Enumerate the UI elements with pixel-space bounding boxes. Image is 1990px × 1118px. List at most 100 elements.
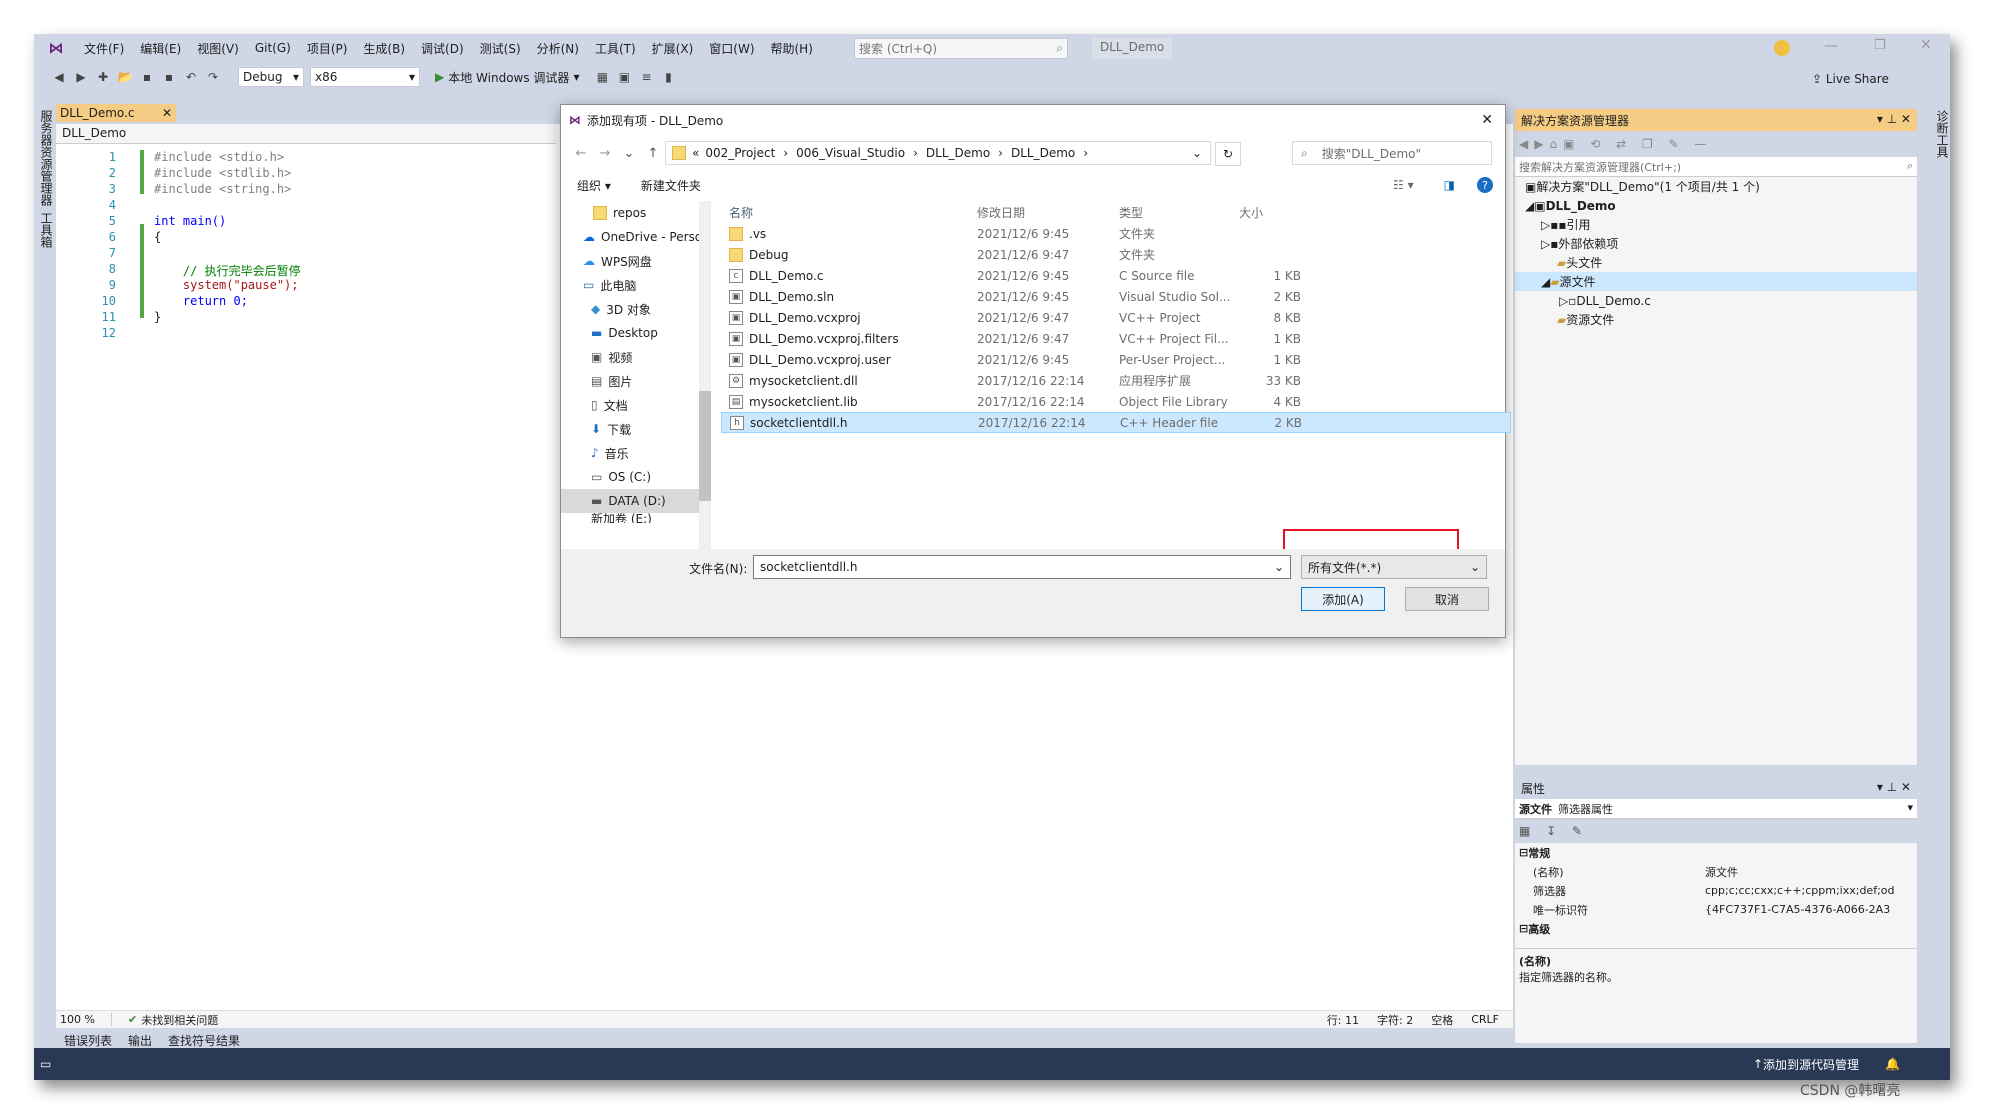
config-select[interactable]: Debug ▾: [238, 67, 304, 87]
nav-item-desktop[interactable]: ▬ Desktop: [561, 321, 711, 345]
nav-item-downloads[interactable]: ⬇ 下载: [561, 417, 711, 441]
file-row[interactable]: ▣ DLL_Demo.sln 2021/12/6 9:45 Visual Studio…: [721, 286, 1511, 307]
menu-window[interactable]: 窗口(W): [701, 40, 762, 57]
dialog-search-input[interactable]: ⌕ 搜索"DLL_Demo": [1292, 141, 1492, 165]
diagnostics-tab[interactable]: 诊断工具: [1934, 110, 1950, 158]
tree-external-deps[interactable]: ▷ ▪ 外部依赖项: [1515, 234, 1917, 253]
refresh-icon[interactable]: ↻: [1215, 142, 1241, 166]
nav-item-repos[interactable]: repos: [561, 201, 711, 225]
chevron-right-icon[interactable]: ›: [783, 146, 788, 160]
menu-project[interactable]: 项目(P): [299, 40, 356, 57]
file-row[interactable]: ▣ DLL_Demo.vcxproj 2021/12/6 9:47 VC++ Proj…: [721, 307, 1511, 328]
menu-build[interactable]: 生成(B): [355, 40, 413, 57]
save-all-icon[interactable]: ▪: [158, 66, 180, 88]
bell-icon[interactable]: 🔔: [1885, 1057, 1900, 1071]
expanded-icon[interactable]: ◢: [1541, 275, 1550, 289]
restore-icon[interactable]: ❐: [1874, 38, 1886, 53]
pane-controls-icon[interactable]: ▾ ⊥ ✕: [1877, 780, 1911, 796]
nav-item-drive-d[interactable]: ▬ DATA (D:): [561, 489, 711, 513]
notification-icon[interactable]: [1774, 40, 1790, 56]
file-row[interactable]: ⚙ mysocketclient.dll 2017/12/16 22:14 应用程序扩…: [721, 370, 1511, 391]
tree-source-files[interactable]: ◢ ▰ 源文件: [1515, 272, 1917, 291]
file-row[interactable]: ▤ mysocketclient.lib 2017/12/16 22:14 Objec…: [721, 391, 1511, 412]
tree-solution[interactable]: ▣ 解决方案"DLL_Demo"(1 个项目/共 1 个): [1515, 177, 1917, 196]
menu-analyze[interactable]: 分析(N): [529, 40, 587, 57]
chevron-down-icon[interactable]: ⌄: [1274, 560, 1284, 574]
chevron-right-icon[interactable]: ›: [1083, 146, 1088, 160]
address-bar[interactable]: « 002_Project › 006_Visual_Studio › DLL_De…: [665, 141, 1211, 165]
expanded-icon[interactable]: ◢: [1525, 199, 1534, 213]
nav-scrollbar[interactable]: [699, 201, 711, 549]
menu-debug[interactable]: 调试(D): [413, 40, 472, 57]
file-row[interactable]: c DLL_Demo.c 2021/12/6 9:45 C Source file 1 …: [721, 265, 1511, 286]
tab-error-list[interactable]: 错误列表: [64, 1032, 112, 1049]
help-icon[interactable]: ?: [1477, 177, 1493, 193]
chevron-down-icon[interactable]: ⌄: [1192, 146, 1202, 160]
indent-indicator[interactable]: 空格: [1431, 1012, 1453, 1028]
menu-help[interactable]: 帮助(H): [763, 40, 821, 57]
category-general[interactable]: ⊟ 常规: [1515, 843, 1917, 862]
file-row[interactable]: h socketclientdll.h 2017/12/16 22:14 C++ He…: [721, 412, 1511, 433]
eol-indicator[interactable]: CRLF: [1471, 1013, 1499, 1026]
cancel-button[interactable]: 取消: [1405, 587, 1489, 611]
filename-input[interactable]: socketclientdll.h ⌄: [753, 555, 1291, 579]
properties-toolbar-icons[interactable]: ▦ ↧ ✎: [1519, 824, 1588, 838]
nav-item-music[interactable]: ♪ 音乐: [561, 441, 711, 465]
breadcrumb-item[interactable]: DLL_Demo: [1011, 146, 1075, 160]
column-name[interactable]: 名称: [721, 204, 977, 221]
property-row[interactable]: 唯一标识符 {4FC737F1-C7A5-4376-A066-2A3: [1515, 900, 1917, 919]
forward-icon[interactable]: →: [593, 146, 617, 161]
save-icon[interactable]: ▪: [136, 66, 158, 88]
collapsed-icon[interactable]: ▷: [1541, 218, 1550, 232]
file-type-select[interactable]: 所有文件(*.*) ⌄: [1301, 555, 1487, 579]
browser-icon[interactable]: ▦: [591, 66, 613, 88]
chevron-down-icon[interactable]: ▾: [573, 70, 579, 84]
chevron-down-icon[interactable]: ⌄: [617, 146, 641, 161]
nav-item-onedrive[interactable]: ☁ OneDrive - Perso: [561, 225, 711, 249]
menu-extensions[interactable]: 扩展(X): [644, 40, 702, 57]
menu-view[interactable]: 视图(V): [189, 40, 247, 57]
property-value[interactable]: 源文件: [1705, 864, 1917, 880]
column-date[interactable]: 修改日期: [977, 204, 1119, 221]
se-search-input[interactable]: 搜索解决方案资源管理器(Ctrl+;) ⌕: [1515, 157, 1917, 177]
view-icon[interactable]: ☷ ▾: [1393, 178, 1414, 192]
se-toolbar-icons[interactable]: ◀▶⌂▣ ⟲ ⇄ ❐ ✎ —: [1519, 137, 1712, 151]
comment-icon[interactable]: ≡: [635, 66, 657, 88]
close-icon[interactable]: ✕: [162, 106, 172, 120]
preview-pane-icon[interactable]: ◨: [1444, 178, 1455, 192]
menu-test[interactable]: 测试(S): [472, 40, 529, 57]
nav-item-drive-e[interactable]: 新加卷 (E:): [561, 513, 711, 523]
open-icon[interactable]: 📂: [114, 66, 136, 88]
nav-item-this-pc[interactable]: ▭ 此电脑: [561, 273, 711, 297]
close-icon[interactable]: ✕: [1481, 112, 1493, 128]
live-share-button[interactable]: ⇪ Live Share: [1812, 72, 1889, 86]
category-advanced[interactable]: ⊟ 高级: [1515, 919, 1917, 938]
scope-combo[interactable]: DLL_Demo: [56, 124, 556, 144]
search-input[interactable]: 搜索 (Ctrl+Q) ⌕: [854, 38, 1068, 59]
nav-item-3d[interactable]: ◆ 3D 对象: [561, 297, 711, 321]
toolbox-tab[interactable]: 工具箱: [38, 212, 55, 248]
property-row[interactable]: 筛选器 cpp;c;cc;cxx;c++;cppm;ixx;def;od: [1515, 881, 1917, 900]
run-button[interactable]: 本地 Windows 调试器: [448, 69, 569, 86]
nav-item-videos[interactable]: ▣ 视频: [561, 345, 711, 369]
nav-item-drive-c[interactable]: ▭ OS (C:): [561, 465, 711, 489]
property-value[interactable]: cpp;c;cc;cxx;c++;cppm;ixx;def;od: [1705, 884, 1917, 897]
property-value[interactable]: {4FC737F1-C7A5-4376-A066-2A3: [1705, 903, 1917, 916]
collapsed-icon[interactable]: ▷: [1559, 294, 1568, 308]
run-icon[interactable]: ▶: [435, 70, 444, 84]
up-icon[interactable]: ↑: [641, 146, 665, 161]
collapsed-icon[interactable]: ▷: [1541, 237, 1550, 251]
chevron-right-icon[interactable]: ›: [913, 146, 918, 160]
tab-find-symbol[interactable]: 查找符号结果: [168, 1032, 240, 1049]
properties-object-select[interactable]: 源文件 筛选器属性 ▾: [1515, 799, 1917, 819]
breadcrumb-item[interactable]: 006_Visual_Studio: [796, 146, 905, 160]
column-size[interactable]: 大小: [1239, 204, 1301, 221]
back-icon[interactable]: ←: [569, 146, 593, 161]
scrollbar-thumb[interactable]: [699, 391, 711, 501]
screenshot-icon[interactable]: ▣: [613, 66, 635, 88]
nav-item-wps[interactable]: ☁ WPS网盘: [561, 249, 711, 273]
editor-tab[interactable]: DLL_Demo.c ✕: [56, 104, 176, 122]
menu-tools[interactable]: 工具(T): [587, 40, 644, 57]
breadcrumb-item[interactable]: DLL_Demo: [926, 146, 990, 160]
new-project-icon[interactable]: ✚: [92, 66, 114, 88]
